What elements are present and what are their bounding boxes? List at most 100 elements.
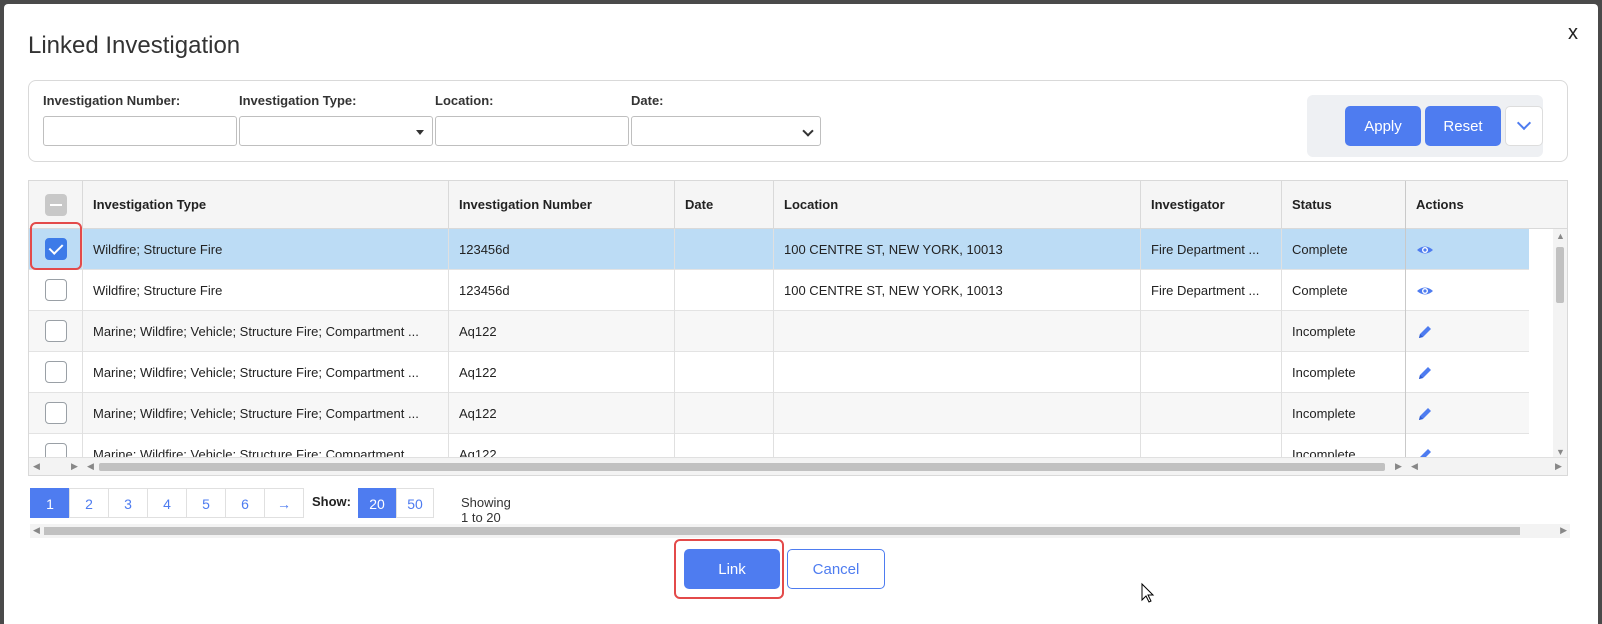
view-icon[interactable]: [1416, 241, 1434, 259]
page-button[interactable]: 4: [147, 488, 187, 518]
cell-investigation-number: Aq122: [449, 393, 675, 434]
filter-location: Location:: [435, 93, 629, 146]
cell-investigation-type: Wildfire; Structure Fire: [83, 229, 449, 270]
dialog-title: Linked Investigation: [28, 32, 241, 59]
scroll-left-icon[interactable]: ◀: [33, 525, 40, 536]
cell-actions: [1406, 229, 1529, 270]
cell-date: [675, 270, 774, 311]
scroll-up-icon[interactable]: ▲: [1556, 231, 1565, 241]
vertical-scrollbar[interactable]: ▲ ▼: [1553, 229, 1567, 459]
page-size-button[interactable]: 20: [358, 488, 396, 518]
page-horizontal-scrollbar[interactable]: ◀ ▶: [30, 524, 1570, 538]
header-date[interactable]: Date: [675, 181, 774, 229]
horizontal-scrollbar[interactable]: ◀ ▶ ◀ ▶ ◀ ▶: [29, 457, 1567, 475]
cell-investigation-number: Aq122: [449, 311, 675, 352]
cell-location: [774, 311, 1141, 352]
cell-actions: [1406, 352, 1529, 393]
cell-select: [29, 352, 83, 393]
row-checkbox[interactable]: [45, 279, 67, 301]
cell-investigator: [1141, 311, 1282, 352]
filter-date: Date:: [631, 93, 821, 146]
cell-status: Incomplete: [1282, 393, 1406, 434]
cell-investigation-type: Marine; Wildfire; Vehicle; Structure Fir…: [83, 393, 449, 434]
page-size-button[interactable]: 50: [396, 488, 434, 518]
cell-select: [29, 311, 83, 352]
edit-icon[interactable]: [1416, 323, 1434, 341]
page-button[interactable]: 2: [69, 488, 109, 518]
next-page-button[interactable]: →: [264, 488, 304, 518]
horizontal-scroll-thumb[interactable]: [99, 463, 1385, 471]
investigations-table: Investigation Type Investigation Number …: [28, 180, 1568, 476]
table-row[interactable]: Wildfire; Structure Fire 123456d 100 CENTR…: [29, 229, 1529, 270]
cell-actions: [1406, 393, 1529, 434]
chevron-down-icon: [802, 125, 814, 137]
header-location[interactable]: Location: [774, 181, 1141, 229]
investigation-type-label: Investigation Type:: [239, 93, 357, 108]
cell-investigator: [1141, 352, 1282, 393]
cell-investigation-number: 123456d: [449, 229, 675, 270]
cell-investigation-type: Marine; Wildfire; Vehicle; Structure Fir…: [83, 311, 449, 352]
caret-down-icon: [416, 130, 424, 135]
page-button[interactable]: 5: [186, 488, 226, 518]
scroll-left-icon[interactable]: ◀: [1411, 461, 1418, 472]
select-all-checkbox[interactable]: [45, 194, 67, 216]
investigation-number-input[interactable]: [43, 116, 237, 146]
link-button[interactable]: Link: [684, 549, 780, 589]
cell-status: Incomplete: [1282, 311, 1406, 352]
cell-actions: [1406, 311, 1529, 352]
linked-investigation-dialog: Linked Investigation x Investigation Num…: [4, 4, 1598, 624]
scroll-right-icon[interactable]: ▶: [1395, 461, 1402, 472]
date-select[interactable]: [631, 116, 821, 146]
location-label: Location:: [435, 93, 494, 108]
cell-date: [675, 393, 774, 434]
edit-icon[interactable]: [1416, 405, 1434, 423]
scroll-right-icon[interactable]: ▶: [1560, 525, 1567, 536]
edit-icon[interactable]: [1416, 364, 1434, 382]
cell-status: Complete: [1282, 270, 1406, 311]
vertical-scroll-thumb[interactable]: [1556, 247, 1564, 303]
investigation-type-select[interactable]: [239, 116, 433, 146]
table-row[interactable]: Wildfire; Structure Fire 123456d 100 CENTR…: [29, 270, 1529, 311]
header-status[interactable]: Status: [1282, 181, 1406, 229]
header-actions: Actions: [1416, 197, 1464, 212]
apply-button[interactable]: Apply: [1345, 106, 1421, 146]
close-button[interactable]: x: [1568, 22, 1578, 45]
header-investigation-type[interactable]: Investigation Type: [83, 181, 449, 229]
cell-location: [774, 393, 1141, 434]
filter-panel: Investigation Number: Investigation Type…: [28, 80, 1568, 162]
table-row[interactable]: Marine; Wildfire; Vehicle; Structure Fir…: [29, 393, 1529, 434]
page-scroll-thumb[interactable]: [44, 527, 1520, 535]
scroll-left-icon[interactable]: ◀: [33, 461, 40, 472]
table-row[interactable]: Marine; Wildfire; Vehicle; Structure Fir…: [29, 311, 1529, 352]
mouse-cursor-icon: [1141, 582, 1155, 603]
filter-investigation-number: Investigation Number:: [43, 93, 237, 146]
cell-investigation-number: Aq122: [449, 352, 675, 393]
cell-investigation-type: Wildfire; Structure Fire: [83, 270, 449, 311]
page-button[interactable]: 1: [30, 488, 70, 518]
table-row[interactable]: Marine; Wildfire; Vehicle; Structure Fir…: [29, 352, 1529, 393]
cell-investigator: Fire Department ...: [1141, 229, 1282, 270]
cell-location: 100 CENTRE ST, NEW YORK, 10013: [774, 229, 1141, 270]
page-button[interactable]: 6: [225, 488, 265, 518]
location-input[interactable]: [435, 116, 629, 146]
scroll-down-icon[interactable]: ▼: [1556, 447, 1565, 457]
reset-button[interactable]: Reset: [1425, 106, 1501, 146]
show-label: Show:: [312, 494, 351, 509]
row-checkbox[interactable]: [45, 361, 67, 383]
cell-investigator: Fire Department ...: [1141, 270, 1282, 311]
cell-investigation-number: 123456d: [449, 270, 675, 311]
cell-investigator: [1141, 393, 1282, 434]
header-investigator[interactable]: Investigator: [1141, 181, 1282, 229]
header-investigation-number[interactable]: Investigation Number: [449, 181, 675, 229]
chevron-down-icon: [1516, 115, 1532, 131]
row-checkbox[interactable]: [45, 402, 67, 424]
expand-filters-button[interactable]: [1505, 106, 1543, 146]
page-button[interactable]: 3: [108, 488, 148, 518]
scroll-right-icon[interactable]: ▶: [71, 461, 78, 472]
cell-date: [675, 311, 774, 352]
scroll-right-icon[interactable]: ▶: [1555, 461, 1562, 472]
scroll-left-icon[interactable]: ◀: [87, 461, 94, 472]
row-checkbox[interactable]: [45, 320, 67, 342]
view-icon[interactable]: [1416, 282, 1434, 300]
cancel-button[interactable]: Cancel: [787, 549, 885, 589]
